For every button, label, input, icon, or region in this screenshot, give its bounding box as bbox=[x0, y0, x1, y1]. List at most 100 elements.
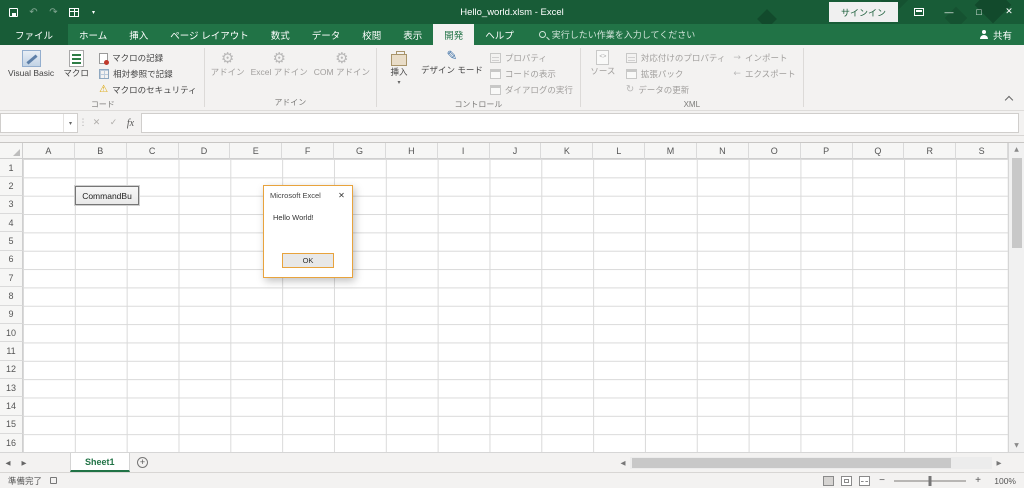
add-ins-button[interactable]: ⚙ アドイン bbox=[208, 48, 248, 80]
macros-button[interactable]: マクロ bbox=[57, 48, 95, 81]
xml-source-button[interactable]: <> ソース bbox=[584, 48, 622, 79]
column-header-L[interactable]: L bbox=[593, 143, 646, 159]
column-header-O[interactable]: O bbox=[748, 143, 801, 159]
row-header-15[interactable]: 15 bbox=[0, 415, 23, 435]
run-dialog-button[interactable]: ダイアログの実行 bbox=[486, 82, 577, 98]
visual-basic-button[interactable]: Visual Basic bbox=[5, 48, 57, 81]
formula-input[interactable] bbox=[141, 113, 1019, 133]
expansion-packs-button[interactable]: 拡張パック bbox=[622, 66, 730, 82]
scroll-up-icon[interactable]: ▲ bbox=[1009, 143, 1024, 156]
customize-quick-access-button[interactable]: ▾ bbox=[88, 4, 99, 20]
column-header-K[interactable]: K bbox=[541, 143, 594, 159]
import-button[interactable]: → インポート bbox=[729, 50, 799, 66]
tab-file[interactable]: ファイル bbox=[0, 24, 69, 45]
cells-area[interactable]: CommandBu bbox=[23, 159, 1008, 452]
properties-button[interactable]: プロパティ bbox=[486, 50, 577, 66]
column-header-P[interactable]: P bbox=[800, 143, 853, 159]
column-header-S[interactable]: S bbox=[956, 143, 1009, 159]
tab-view[interactable]: 表示 bbox=[392, 24, 433, 45]
scroll-left-icon[interactable]: ◀ bbox=[616, 459, 630, 467]
insert-control-button[interactable]: 挿入 ▾ bbox=[380, 48, 418, 88]
export-button[interactable]: ← エクスポート bbox=[729, 66, 799, 82]
name-box-dropdown-icon[interactable]: ▾ bbox=[63, 114, 77, 132]
redo-button[interactable]: ↷ bbox=[48, 4, 59, 20]
vertical-scrollbar-thumb[interactable] bbox=[1011, 158, 1022, 248]
row-header-3[interactable]: 3 bbox=[0, 195, 23, 215]
row-header-4[interactable]: 4 bbox=[0, 214, 23, 233]
scroll-right-icon[interactable]: ▶ bbox=[992, 459, 1006, 467]
row-header-11[interactable]: 11 bbox=[0, 342, 23, 361]
zoom-level[interactable]: 100% bbox=[990, 476, 1016, 486]
row-header-13[interactable]: 13 bbox=[0, 379, 23, 398]
row-header-14[interactable]: 14 bbox=[0, 397, 23, 416]
record-macro-button[interactable]: マクロの記録 bbox=[95, 50, 200, 66]
macro-security-button[interactable]: ⚠ マクロのセキュリティ bbox=[95, 82, 200, 98]
row-header-6[interactable]: 6 bbox=[0, 250, 23, 270]
horizontal-scrollbar-thumb[interactable] bbox=[632, 457, 951, 468]
undo-button[interactable]: ↶ bbox=[28, 4, 39, 20]
row-header-7[interactable]: 7 bbox=[0, 269, 23, 288]
sheet-nav-right-icon[interactable]: ▶ bbox=[16, 453, 32, 472]
tab-formulas[interactable]: 数式 bbox=[260, 24, 301, 45]
zoom-slider-thumb[interactable] bbox=[928, 475, 932, 486]
tab-insert[interactable]: 挿入 bbox=[118, 24, 159, 45]
zoom-in-button[interactable]: + bbox=[973, 475, 983, 486]
sign-in-button[interactable]: サインイン bbox=[828, 2, 898, 22]
column-header-M[interactable]: M bbox=[645, 143, 697, 159]
row-header-12[interactable]: 12 bbox=[0, 360, 23, 380]
column-header-D[interactable]: D bbox=[178, 143, 231, 159]
map-properties-button[interactable]: 対応付けのプロパティ bbox=[622, 50, 730, 66]
tab-page-layout[interactable]: ページ レイアウト bbox=[159, 24, 259, 45]
sheet-tab-sheet1[interactable]: Sheet1 bbox=[70, 453, 130, 472]
tab-help[interactable]: ヘルプ bbox=[474, 24, 525, 45]
scroll-down-icon[interactable]: ▼ bbox=[1009, 439, 1024, 452]
use-relative-references-button[interactable]: 相対参照で記録 bbox=[95, 66, 200, 82]
column-header-B[interactable]: B bbox=[74, 143, 127, 159]
touch-mode-button[interactable] bbox=[68, 4, 79, 20]
record-macro-status-button[interactable] bbox=[50, 477, 58, 484]
excel-add-ins-button[interactable]: ⚙ Excel アドイン bbox=[248, 48, 311, 80]
collapse-ribbon-button[interactable] bbox=[1002, 93, 1016, 105]
share-button[interactable]: 共有 bbox=[968, 24, 1024, 45]
column-header-A[interactable]: A bbox=[23, 143, 75, 159]
column-header-R[interactable]: R bbox=[904, 143, 957, 159]
close-button[interactable]: ✕ bbox=[994, 0, 1024, 24]
zoom-out-button[interactable]: − bbox=[877, 475, 887, 486]
dialog-ok-button[interactable]: OK bbox=[282, 253, 334, 268]
insert-function-button[interactable]: fx bbox=[122, 111, 139, 135]
row-header-10[interactable]: 10 bbox=[0, 324, 23, 343]
cancel-formula-button[interactable]: ✕ bbox=[88, 111, 105, 135]
view-code-button[interactable]: コードの表示 bbox=[486, 66, 577, 82]
name-box[interactable]: ▾ bbox=[0, 113, 78, 133]
horizontal-scrollbar[interactable]: ◀ ▶ bbox=[616, 453, 1012, 472]
column-header-C[interactable]: C bbox=[126, 143, 179, 159]
row-header-9[interactable]: 9 bbox=[0, 305, 23, 325]
ribbon-display-options-button[interactable] bbox=[904, 0, 934, 24]
column-header-N[interactable]: N bbox=[696, 143, 749, 159]
tab-home[interactable]: ホーム bbox=[68, 24, 118, 45]
add-sheet-button[interactable]: + bbox=[130, 453, 156, 472]
zoom-slider[interactable] bbox=[894, 475, 966, 486]
row-header-2[interactable]: 2 bbox=[0, 177, 23, 196]
dialog-close-button[interactable]: ✕ bbox=[336, 191, 347, 200]
page-break-view-button[interactable] bbox=[859, 475, 870, 486]
column-header-I[interactable]: I bbox=[437, 143, 490, 159]
column-header-J[interactable]: J bbox=[489, 143, 542, 159]
row-header-5[interactable]: 5 bbox=[0, 232, 23, 251]
row-header-8[interactable]: 8 bbox=[0, 287, 23, 306]
column-header-H[interactable]: H bbox=[385, 143, 438, 159]
column-header-F[interactable]: F bbox=[282, 143, 335, 159]
minimize-button[interactable]: — bbox=[934, 0, 964, 24]
page-layout-view-button[interactable] bbox=[841, 475, 852, 486]
column-header-Q[interactable]: Q bbox=[852, 143, 905, 159]
refresh-data-button[interactable]: ↻ データの更新 bbox=[622, 82, 730, 98]
tab-developer[interactable]: 開発 bbox=[433, 24, 475, 45]
com-add-ins-button[interactable]: ⚙ COM アドイン bbox=[311, 48, 373, 80]
select-all-button[interactable] bbox=[0, 143, 23, 159]
column-header-E[interactable]: E bbox=[230, 143, 283, 159]
save-button[interactable] bbox=[8, 4, 19, 20]
row-header-1[interactable]: 1 bbox=[0, 159, 23, 178]
maximize-button[interactable]: □ bbox=[964, 0, 994, 24]
command-button-control[interactable]: CommandBu bbox=[75, 186, 139, 205]
sheet-nav-left-icon[interactable]: ◀ bbox=[0, 453, 16, 472]
